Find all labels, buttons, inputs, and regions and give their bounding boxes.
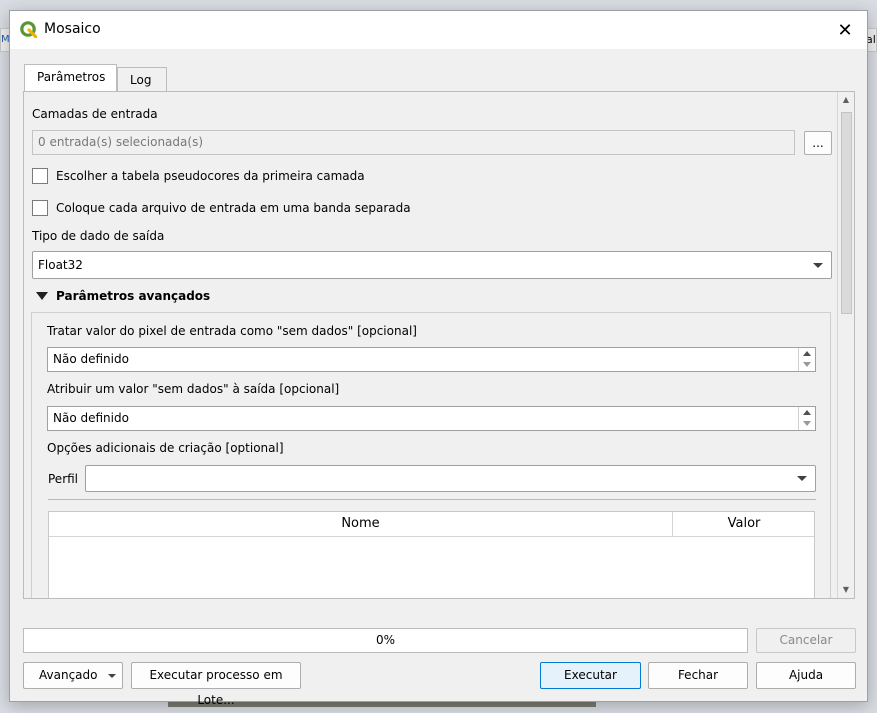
tab-log[interactable]: Log [117,67,167,91]
advanced-parameters-toggle[interactable]: Parâmetros avançados [36,289,210,303]
creation-options-table[interactable]: Nome Valor [48,511,815,598]
tab-parameters[interactable]: Parâmetros [24,64,117,91]
title-bar: Mosaico ✕ [10,11,867,49]
mosaic-dialog: Mosaico ✕ Log Parâmetros Camadas de entr… [9,10,868,707]
vertical-scrollbar[interactable]: ▲ ▼ [837,92,854,598]
close-button[interactable]: Fechar [648,662,748,689]
chevron-down-icon [108,674,116,678]
output-type-value: Float32 [38,258,83,272]
browse-input-layers-button[interactable]: ... [804,131,832,155]
nodata-output-label: Atribuir um valor "sem dados" à saída [o… [47,382,340,396]
advanced-button-label: Avançado [39,668,98,682]
spin-up-icon[interactable] [801,349,813,359]
column-header-nome[interactable]: Nome [49,512,673,536]
pct-checkbox[interactable] [32,168,48,184]
chevron-down-icon [797,476,807,481]
scroll-up-icon[interactable]: ▲ [838,92,854,108]
column-header-valor[interactable]: Valor [673,512,815,536]
tab-log-label: Log [130,73,152,87]
profile-label: Perfil [48,472,79,486]
profile-dropdown[interactable] [85,465,816,492]
parameters-panel: Camadas de entrada 0 entrada(s) selecion… [23,91,855,599]
advanced-menu-button[interactable]: Avançado [23,662,123,689]
help-button[interactable]: Ajuda [756,662,856,689]
pct-checkbox-label: Escolher a tabela pseudocores da primeir… [56,169,365,183]
input-layers-label: Camadas de entrada [32,107,158,121]
batch-process-button[interactable]: Executar processo em Lote... [131,662,301,707]
nodata-input-spinbox[interactable]: Não definido [47,347,816,372]
qgis-logo-icon [20,21,37,38]
nodata-output-value: Não definido [53,411,129,425]
input-layers-field[interactable]: 0 entrada(s) selecionada(s) [32,130,795,155]
spin-separator [798,407,799,430]
separate-band-checkbox[interactable] [32,200,48,216]
chevron-down-icon [813,263,823,268]
progress-text: 0% [375,633,396,647]
creation-options-label: Opções adicionais de criação [optional] [47,441,284,455]
parameters-scroll-area: Camadas de entrada 0 entrada(s) selecion… [24,92,839,598]
output-type-label: Tipo de dado de saída [32,229,165,243]
collapse-triangle-icon [36,291,48,300]
separate-band-checkbox-label: Coloque cada arquivo de entrada em uma b… [56,201,411,215]
progress-bar: 0% [23,628,748,653]
spin-down-icon[interactable] [801,360,813,370]
run-button[interactable]: Executar [540,662,641,689]
window-title: Mosaico [44,21,101,37]
close-icon: ✕ [837,19,853,41]
nodata-input-label: Tratar valor do pixel de entrada como "s… [47,324,417,338]
options-divider [48,499,816,500]
advanced-parameters-header: Parâmetros avançados [56,289,211,303]
close-window-button[interactable]: ✕ [823,11,867,49]
tab-parameters-label: Parâmetros [37,70,106,84]
spin-down-icon[interactable] [801,419,813,429]
spin-up-icon[interactable] [801,408,813,418]
nodata-input-value: Não definido [53,352,129,366]
nodata-output-spinbox[interactable]: Não definido [47,406,816,431]
scrollbar-thumb[interactable] [841,112,852,314]
output-type-dropdown[interactable]: Float32 [32,251,832,279]
scroll-down-icon[interactable]: ▼ [838,582,854,598]
spin-separator [798,348,799,371]
cancel-button[interactable]: Cancelar [756,628,856,653]
table-header: Nome Valor [49,512,814,537]
